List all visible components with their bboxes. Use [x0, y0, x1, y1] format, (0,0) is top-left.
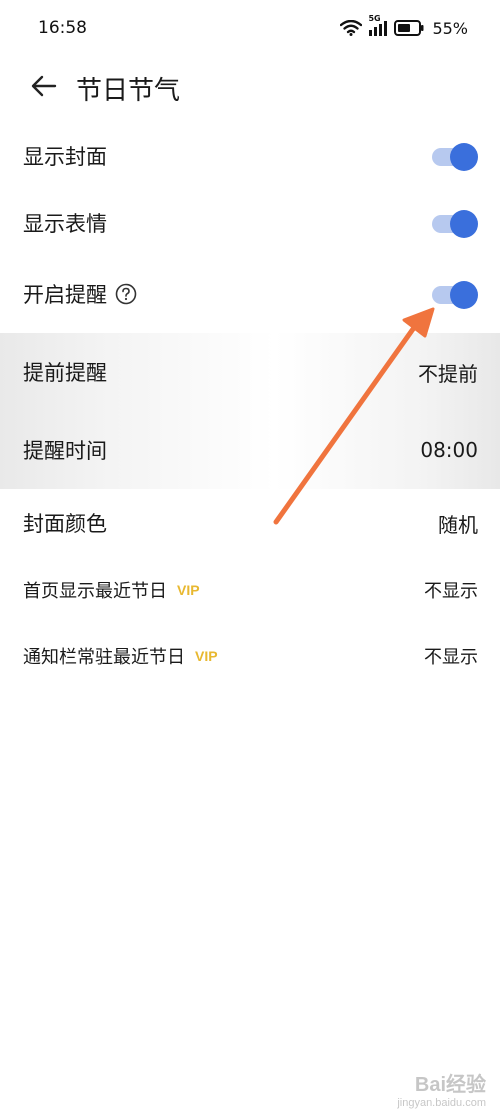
watermark-url: jingyan.baidu.com — [397, 1097, 486, 1109]
setting-value: 随机 — [438, 512, 478, 537]
status-time: 16:58 — [38, 18, 87, 38]
help-icon[interactable] — [115, 283, 137, 305]
toggle-knob — [450, 281, 478, 309]
setting-row-cover-color[interactable]: 封面颜色 随机 — [0, 489, 500, 557]
vip-badge: VIP — [195, 648, 218, 664]
setting-label: 显示表情 — [23, 212, 107, 236]
setting-label: 显示封面 — [23, 145, 107, 169]
setting-value: 08:00 — [420, 438, 478, 462]
watermark: Bai经验 jingyan.baidu.com — [397, 1068, 486, 1109]
toggle-knob — [450, 143, 478, 171]
setting-row-home-recent-festival[interactable]: 首页显示最近节日 VIP 不显示 — [0, 557, 500, 623]
setting-label: 开启提醒 — [23, 283, 107, 307]
setting-value: 不提前 — [418, 361, 478, 386]
show-cover-toggle[interactable] — [432, 143, 478, 171]
setting-label: 首页显示最近节日 — [23, 581, 167, 602]
setting-row-reminder-time[interactable]: 提醒时间 08:00 — [0, 411, 500, 489]
vip-badge: VIP — [177, 582, 200, 598]
setting-label: 提醒时间 — [23, 439, 107, 463]
network-type-label: 5G — [368, 14, 381, 23]
cellular-signal-icon: 5G — [368, 14, 388, 36]
setting-row-advance-reminder[interactable]: 提前提醒 不提前 — [0, 333, 500, 411]
header: 节日节气 — [0, 60, 500, 116]
setting-value: 不显示 — [424, 647, 478, 668]
setting-label: 提前提醒 — [23, 361, 107, 385]
setting-row-show-emoji[interactable]: 显示表情 — [0, 189, 500, 257]
setting-label-wrap: 通知栏常驻最近节日 VIP — [23, 643, 218, 669]
setting-row-show-cover[interactable]: 显示封面 — [0, 122, 500, 190]
setting-row-enable-reminder[interactable]: 开启提醒 — [0, 259, 500, 329]
enable-reminder-toggle[interactable] — [432, 281, 478, 309]
show-emoji-toggle[interactable] — [432, 210, 478, 238]
setting-row-notification-recent-festival[interactable]: 通知栏常驻最近节日 VIP 不显示 — [0, 623, 500, 689]
battery-percent: 55% — [432, 18, 468, 38]
toggle-knob — [450, 210, 478, 238]
wifi-icon — [340, 20, 363, 36]
page-title: 节日节气 — [76, 75, 181, 106]
status-icons: 5G 55% — [340, 14, 468, 38]
back-button[interactable] — [22, 66, 66, 110]
status-bar: 16:58 5G 55% — [0, 0, 500, 56]
arrow-left-icon — [31, 75, 57, 101]
watermark-logo: Bai经验 — [414, 1074, 486, 1096]
setting-value: 不显示 — [424, 581, 478, 602]
setting-label: 通知栏常驻最近节日 — [23, 647, 185, 668]
setting-label-wrap: 首页显示最近节日 VIP — [23, 577, 200, 603]
battery-icon — [394, 20, 424, 36]
setting-label-wrap: 开启提醒 — [23, 279, 137, 309]
setting-label: 封面颜色 — [23, 512, 107, 536]
